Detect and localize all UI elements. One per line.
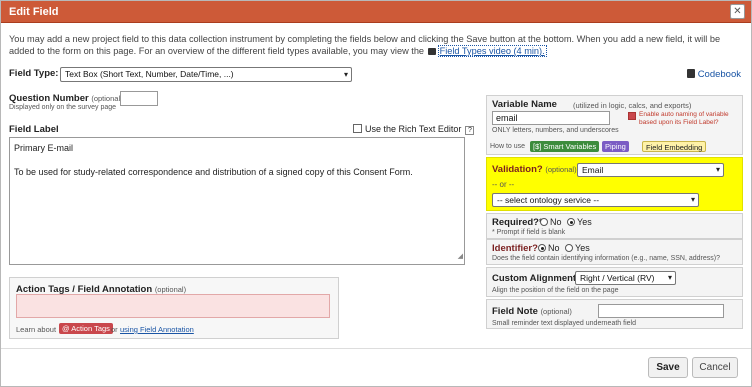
field-note-panel: Field Note (optional) Small reminder tex… xyxy=(486,299,743,329)
alignment-select[interactable]: Right / Vertical (RV) ▾ xyxy=(575,271,676,285)
dialog-footer: Save Cancel xyxy=(1,348,751,386)
field-note-title: Field Note xyxy=(492,306,538,317)
chevron-down-icon: ▾ xyxy=(690,195,695,204)
cancel-button[interactable]: Cancel xyxy=(692,357,738,378)
field-annotation-link[interactable]: using Field Annotation xyxy=(120,325,194,334)
ontology-value: -- select ontology service -- xyxy=(497,195,600,205)
question-number-input[interactable] xyxy=(120,91,158,106)
rte-label: Use the Rich Text Editor xyxy=(365,124,462,134)
question-number-title: Question Number xyxy=(9,93,89,104)
validation-optional: (optional) xyxy=(545,165,577,174)
field-note-label: Field Note (optional) xyxy=(492,306,572,317)
question-number-hint: Displayed only on the survey page xyxy=(9,104,117,111)
piping-button[interactable]: Piping xyxy=(602,141,629,152)
variable-name-hint-inline: (utilized in logic, calcs, and exports) xyxy=(573,101,692,110)
identifier-no-radio[interactable] xyxy=(538,244,546,252)
close-icon[interactable]: ✕ xyxy=(730,4,745,19)
field-note-input[interactable] xyxy=(598,304,724,318)
learn-about-label: Learn about xyxy=(16,325,57,334)
question-number-label: Question Number (optional) xyxy=(9,93,123,104)
required-yes-label: Yes xyxy=(577,217,592,227)
action-tags-panel: Action Tags / Field Annotation (optional… xyxy=(9,277,339,339)
identifier-hint: Does the field contain identifying infor… xyxy=(492,255,721,262)
alignment-value: Right / Vertical (RV) xyxy=(580,273,655,283)
ontology-select[interactable]: -- select ontology service -- ▾ xyxy=(492,193,699,207)
alignment-panel: Custom Alignment Right / Vertical (RV) ▾… xyxy=(486,267,743,297)
chevron-down-icon: ▾ xyxy=(715,165,720,174)
validation-or: -- or -- xyxy=(492,180,515,189)
validation-label: Validation? (optional) xyxy=(492,164,577,175)
field-type-label: Field Type: xyxy=(9,68,59,79)
required-panel: Required?* No Yes * Prompt if field is b… xyxy=(486,213,743,239)
field-label-line1: Primary E-mail xyxy=(14,143,74,153)
field-label-title: Field Label xyxy=(9,124,59,135)
validation-value: Email xyxy=(582,165,604,175)
save-button[interactable]: Save xyxy=(648,357,688,378)
smart-variables-button[interactable]: [$] Smart Variables xyxy=(530,141,600,152)
field-label-textarea[interactable]: Primary E-mail To be used for study-rela… xyxy=(9,137,465,265)
field-types-video-link[interactable]: Field Types video (4 min). xyxy=(437,45,547,57)
codebook-label: Codebook xyxy=(697,69,741,80)
field-label-line2: To be used for study-related corresponde… xyxy=(14,167,413,177)
required-options: No Yes xyxy=(537,217,592,227)
field-note-hint: Small reminder text displayed underneath… xyxy=(492,320,636,327)
rich-text-editor-toggle[interactable]: Use the Rich Text Editor? xyxy=(353,124,475,135)
field-type-value: Text Box (Short Text, Number, Date/Time,… xyxy=(65,69,234,79)
chevron-down-icon: ▾ xyxy=(667,273,672,282)
variable-name-label: Variable Name xyxy=(492,99,557,110)
identifier-no-label: No xyxy=(548,243,560,253)
action-tags-button[interactable]: @ Action Tags xyxy=(59,323,113,334)
rte-checkbox[interactable] xyxy=(353,124,362,133)
field-note-optional: (optional) xyxy=(540,307,572,316)
validation-select[interactable]: Email ▾ xyxy=(577,163,724,177)
intro-body: You may add a new project field to this … xyxy=(9,34,721,56)
validation-title: Validation? xyxy=(492,164,543,175)
identifier-options: No Yes xyxy=(535,243,590,253)
identifier-yes-label: Yes xyxy=(575,243,590,253)
help-icon[interactable]: ? xyxy=(465,126,475,135)
required-hint: * Prompt if field is blank xyxy=(492,229,566,236)
book-icon xyxy=(686,69,695,78)
intro-text: You may add a new project field to this … xyxy=(9,33,739,57)
identifier-label: Identifier? xyxy=(492,243,538,254)
variable-name-input[interactable]: email xyxy=(492,111,610,125)
auto-naming-label: Enable auto naming of variable based upo… xyxy=(639,111,729,126)
required-yes-radio[interactable] xyxy=(567,218,576,226)
identifier-panel: Identifier? No Yes Does the field contai… xyxy=(486,239,743,265)
dialog-title-bar[interactable]: Edit Field ✕ xyxy=(1,1,751,23)
field-embedding-button[interactable]: Field Embedding xyxy=(642,141,707,152)
how-to-use-label: How to use xyxy=(490,143,526,150)
chevron-down-icon: ▾ xyxy=(343,70,348,79)
film-icon xyxy=(427,48,436,55)
variable-name-hint: ONLY letters, numbers, and underscores xyxy=(492,127,619,134)
codebook-link[interactable]: Codebook xyxy=(686,69,741,80)
field-type-select[interactable]: Text Box (Short Text, Number, Date/Time,… xyxy=(60,67,352,82)
required-no-label: No xyxy=(550,217,562,227)
edit-field-dialog: Edit Field ✕ You may add a new project f… xyxy=(0,0,752,387)
required-label: Required?* xyxy=(492,217,543,228)
alignment-hint: Align the position of the field on the p… xyxy=(492,287,619,294)
or-label: or xyxy=(111,325,118,334)
question-number-optional: (optional) xyxy=(91,94,123,103)
resize-handle-icon[interactable]: ◢ xyxy=(458,251,463,263)
action-tags-optional: (optional) xyxy=(154,285,187,294)
auto-naming-checkbox[interactable] xyxy=(628,112,636,120)
alignment-label: Custom Alignment xyxy=(492,273,577,284)
action-tags-textarea[interactable] xyxy=(16,294,330,318)
dialog-title: Edit Field xyxy=(9,6,59,18)
identifier-yes-radio[interactable] xyxy=(565,244,574,252)
required-no-radio[interactable] xyxy=(540,218,548,226)
